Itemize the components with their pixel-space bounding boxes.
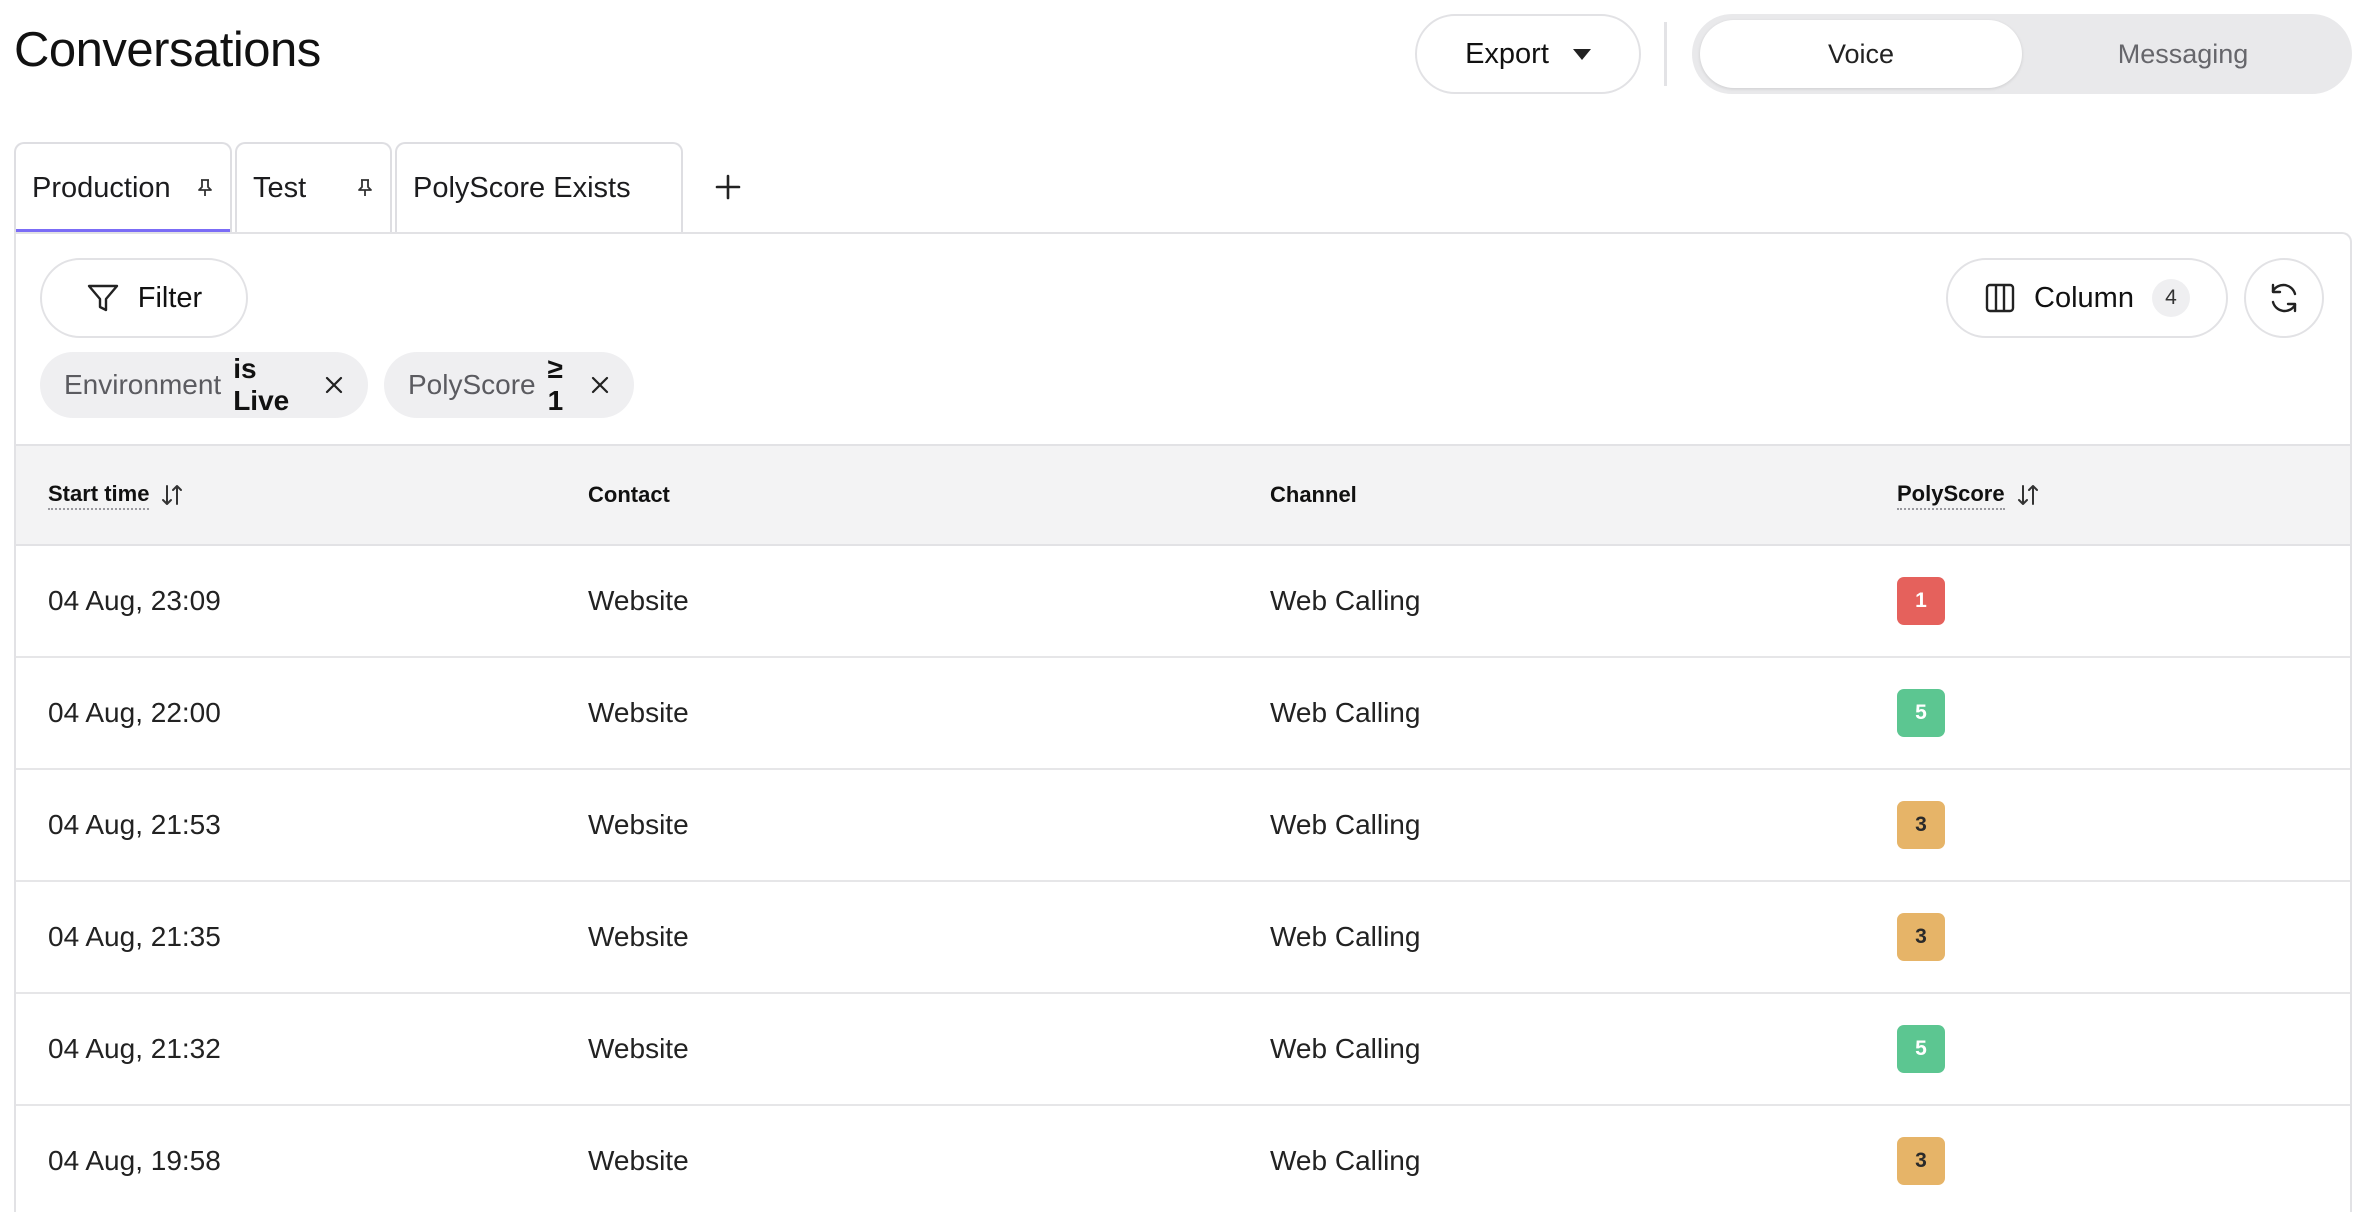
conversations-table: Start time Contact Channel PolyScore 04 … [16, 444, 2350, 1212]
tab-label: Test [253, 171, 307, 204]
polyscore-badge: 5 [1897, 1025, 1945, 1073]
caret-down-icon [1572, 48, 1591, 60]
cell-polyscore: 3 [1865, 1105, 2350, 1212]
table-row[interactable]: 04 Aug, 22:00 Website Web Calling 5 [16, 657, 2350, 769]
conversations-panel: Filter Column 4 Environment is Live Poly… [14, 232, 2352, 1212]
export-button[interactable]: Export [1415, 14, 1641, 94]
cell-contact: Website [588, 1145, 689, 1176]
filter-button[interactable]: Filter [40, 258, 248, 338]
cell-polyscore: 5 [1865, 993, 2350, 1105]
channel-type-toggle: Voice Messaging [1692, 14, 2352, 94]
sort-icon [2017, 485, 2038, 505]
table-row[interactable]: 04 Aug, 21:53 Website Web Calling 3 [16, 769, 2350, 881]
cell-start-time: 04 Aug, 22:00 [48, 697, 221, 728]
toggle-voice[interactable]: Voice [1700, 20, 2022, 88]
refresh-button[interactable] [2244, 258, 2324, 338]
view-tabs: Production Test PolyScore Exists [14, 142, 758, 233]
filter-chip-polyscore: PolyScore ≥ 1 [384, 352, 634, 418]
cell-polyscore: 3 [1865, 881, 2350, 993]
filter-field: PolyScore [408, 369, 536, 400]
cell-polyscore: 1 [1865, 545, 2350, 657]
column-label: Column [2034, 281, 2134, 314]
plus-icon [715, 174, 741, 200]
add-tab-button[interactable] [698, 142, 758, 232]
cell-channel: Web Calling [1270, 809, 1421, 840]
header-channel: Channel [1238, 445, 1865, 545]
filter-value: ≥ 1 [547, 353, 564, 416]
cell-channel: Web Calling [1270, 1145, 1421, 1176]
filter-value: is Live [233, 353, 290, 416]
polyscore-badge: 5 [1897, 689, 1945, 737]
polyscore-badge: 1 [1897, 577, 1945, 625]
tab-label: PolyScore Exists [413, 171, 631, 204]
column-count-badge: 4 [2151, 279, 2190, 317]
table-row[interactable]: 04 Aug, 21:35 Website Web Calling 3 [16, 881, 2350, 993]
polyscore-badge: 3 [1897, 913, 1945, 961]
cell-contact: Website [588, 697, 689, 728]
column-button[interactable]: Column 4 [1946, 258, 2228, 338]
header-label: Channel [1270, 482, 1357, 507]
cell-polyscore: 3 [1865, 769, 2350, 881]
page-title: Conversations [14, 23, 321, 77]
cell-channel: Web Calling [1270, 1033, 1421, 1064]
pin-icon[interactable] [356, 178, 374, 198]
tab-test[interactable]: Test [235, 142, 392, 232]
header-label: PolyScore [1897, 481, 2005, 510]
header-label: Contact [588, 482, 670, 507]
polyscore-badge: 3 [1897, 801, 1945, 849]
cell-contact: Website [588, 921, 689, 952]
cell-contact: Website [588, 1033, 689, 1064]
columns-icon [1985, 283, 2015, 313]
header-polyscore[interactable]: PolyScore [1865, 445, 2350, 545]
cell-channel: Web Calling [1270, 585, 1421, 616]
divider [1664, 22, 1667, 86]
cell-contact: Website [588, 585, 689, 616]
cell-channel: Web Calling [1270, 697, 1421, 728]
cell-start-time: 04 Aug, 19:58 [48, 1145, 221, 1176]
cell-start-time: 04 Aug, 21:53 [48, 809, 221, 840]
tab-production[interactable]: Production [14, 142, 232, 233]
table-row[interactable]: 04 Aug, 21:32 Website Web Calling 5 [16, 993, 2350, 1105]
filter-icon [87, 284, 118, 312]
sort-icon [162, 485, 183, 505]
polyscore-badge: 3 [1897, 1137, 1945, 1185]
cell-start-time: 04 Aug, 21:35 [48, 921, 221, 952]
header-start-time[interactable]: Start time [16, 445, 556, 545]
header-label: Start time [48, 481, 150, 510]
tab-label: Production [32, 171, 171, 204]
filter-chip-environment: Environment is Live [40, 352, 368, 418]
cell-start-time: 04 Aug, 21:32 [48, 1033, 221, 1064]
cell-start-time: 04 Aug, 23:09 [48, 585, 221, 616]
table-row[interactable]: 04 Aug, 23:09 Website Web Calling 1 [16, 545, 2350, 657]
table-row[interactable]: 04 Aug, 19:58 Website Web Calling 3 [16, 1105, 2350, 1212]
filter-label: Filter [137, 281, 203, 314]
close-icon[interactable] [324, 375, 344, 395]
filter-field: Environment [64, 369, 222, 400]
cell-polyscore: 5 [1865, 657, 2350, 769]
cell-channel: Web Calling [1270, 921, 1421, 952]
header-contact: Contact [556, 445, 1238, 545]
toggle-messaging[interactable]: Messaging [2022, 20, 2344, 88]
export-label: Export [1465, 37, 1549, 70]
close-icon[interactable] [590, 375, 610, 395]
refresh-icon [2271, 283, 2297, 313]
pin-icon[interactable] [196, 178, 214, 198]
tab-polyscore-exists[interactable]: PolyScore Exists [395, 142, 683, 232]
cell-contact: Website [588, 809, 689, 840]
table-header-row: Start time Contact Channel PolyScore [16, 445, 2350, 545]
